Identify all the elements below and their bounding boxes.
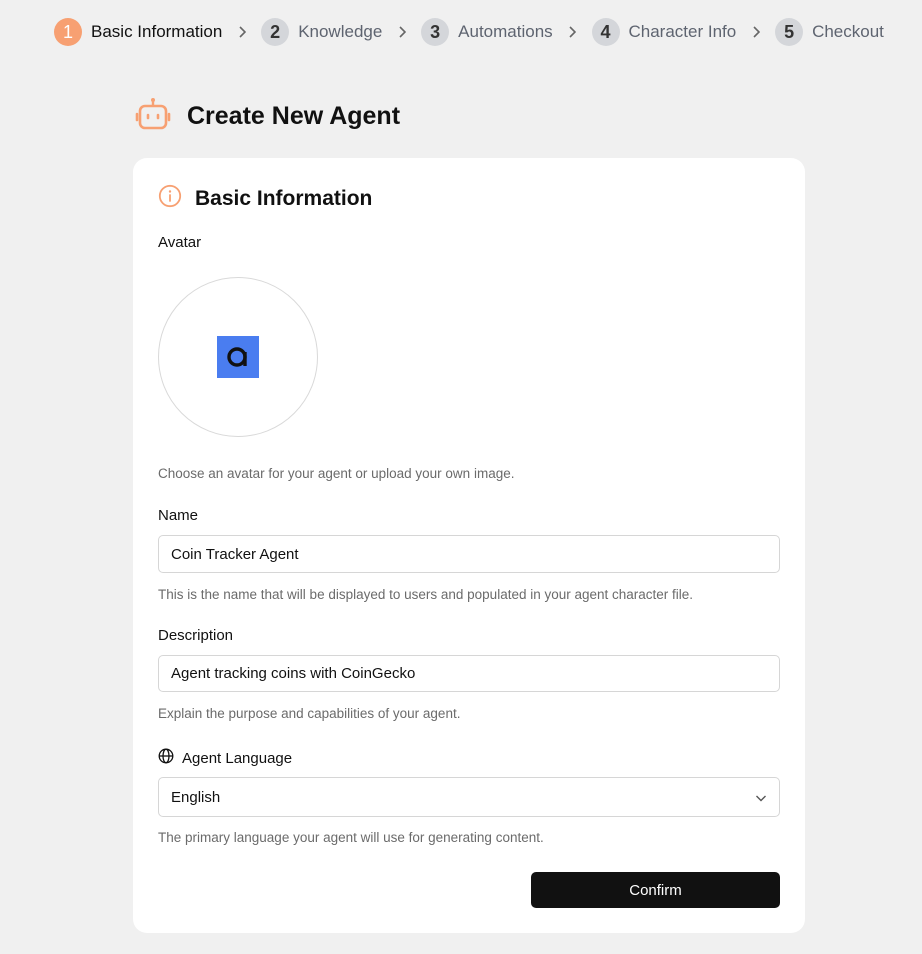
chevron-right-icon	[398, 26, 406, 38]
step-label: Checkout	[812, 22, 884, 41]
description-label: Description	[158, 627, 234, 644]
step-label: Basic Information	[91, 22, 223, 41]
step-label: Knowledge	[298, 22, 383, 41]
name-hint: This is the name that will be displayed …	[158, 587, 694, 602]
page-header: Create New Agent	[135, 97, 400, 136]
step-number: 3	[421, 18, 450, 46]
section-header: Basic Information	[158, 184, 372, 213]
chevron-right-icon	[752, 26, 760, 38]
chevron-down-icon	[755, 789, 767, 806]
name-input[interactable]: Coin Tracker Agent	[158, 535, 780, 573]
name-input-value: Coin Tracker Agent	[171, 545, 299, 563]
step-checkout[interactable]: 5 Checkout	[775, 18, 884, 46]
avatar-picker[interactable]	[158, 277, 318, 437]
robot-icon	[135, 97, 171, 136]
basic-information-card: Basic Information Avatar Choose an avata…	[133, 158, 805, 933]
stepper: 1 Basic Information 2 Knowledge 3 Automa…	[54, 18, 884, 46]
language-select[interactable]: English	[158, 777, 780, 817]
step-label: Character Info	[628, 22, 737, 41]
description-input[interactable]: Agent tracking coins with CoinGecko	[158, 655, 780, 692]
page-title: Create New Agent	[187, 102, 401, 130]
step-knowledge[interactable]: 2 Knowledge	[261, 18, 382, 46]
step-automations[interactable]: 3 Automations	[421, 18, 553, 46]
avatar-image	[217, 336, 259, 378]
step-basic-information[interactable]: 1 Basic Information	[54, 18, 222, 46]
confirm-button[interactable]: Confirm	[531, 872, 780, 908]
step-label: Automations	[458, 22, 553, 41]
description-hint: Explain the purpose and capabilities of …	[158, 706, 461, 721]
language-label: Agent Language	[182, 749, 293, 767]
language-hint: The primary language your agent will use…	[158, 830, 544, 845]
step-number: 2	[261, 18, 290, 46]
step-number: 5	[775, 18, 804, 46]
step-number: 1	[54, 18, 82, 46]
step-character-info[interactable]: 4 Character Info	[591, 18, 737, 46]
step-number: 4	[591, 18, 620, 46]
section-title: Basic Information	[195, 186, 373, 210]
language-label-row: Agent Language	[158, 748, 292, 768]
chevron-right-icon	[238, 26, 246, 38]
description-input-value: Agent tracking coins with CoinGecko	[171, 665, 416, 682]
avatar-label: Avatar	[158, 234, 202, 251]
chevron-right-icon	[568, 26, 577, 38]
name-label: Name	[158, 507, 199, 524]
globe-icon	[158, 748, 174, 768]
avatar-hint: Choose an avatar for your agent or uploa…	[158, 466, 515, 481]
language-select-value: English	[171, 788, 221, 806]
info-icon	[158, 184, 182, 213]
